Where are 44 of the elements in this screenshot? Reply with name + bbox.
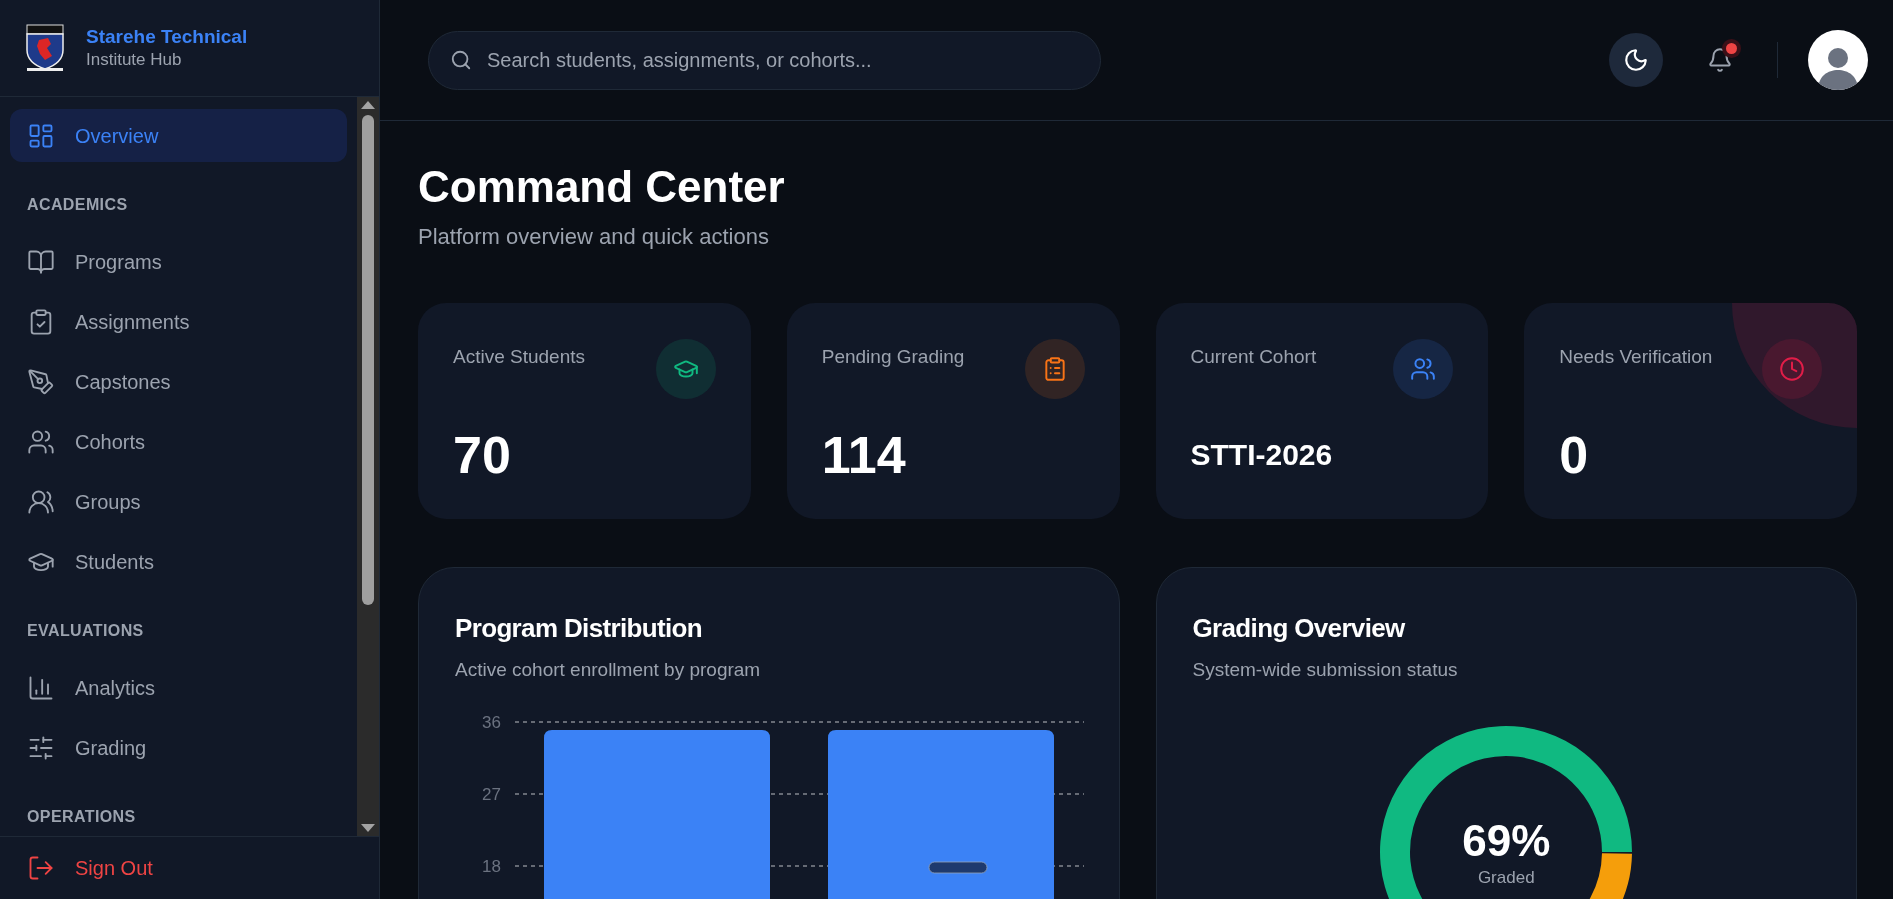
chart-title: Program Distribution <box>455 612 703 644</box>
chart-subtitle: Active cohort enrollment by program <box>455 658 762 682</box>
chart-subtitle: System-wide submission status <box>1192 658 1459 682</box>
donut-center-label: Graded <box>1477 867 1535 889</box>
logout-icon <box>27 854 55 882</box>
brand-subtitle: Institute Hub <box>86 49 183 71</box>
tooltip-marker <box>928 861 988 874</box>
y-axis-label: 36 <box>482 713 501 732</box>
donut-center-value: 69% <box>1462 815 1551 867</box>
nav-item[interactable]: Assignments <box>10 295 347 348</box>
nav-item[interactable]: Programs <box>10 235 347 288</box>
stat-label: Current Cohort <box>1190 345 1317 369</box>
stat-label: Pending Grading <box>821 345 965 369</box>
chart-title: Grading Overview <box>1192 612 1406 644</box>
stat-value: 70 <box>453 425 511 485</box>
brand-title: Starehe Technical <box>86 25 248 49</box>
nav-section-heading: ACADEMICS <box>27 195 129 215</box>
page-subtitle: Platform overview and quick actions <box>418 223 770 251</box>
nav-item[interactable]: Grading <box>10 721 347 774</box>
nav-section-heading: OPERATIONS <box>27 807 137 827</box>
nav-item[interactable]: Students <box>10 535 347 588</box>
nav-item[interactable]: Capstones <box>10 355 347 408</box>
user-avatar[interactable] <box>1808 30 1868 90</box>
search-icon <box>450 48 472 71</box>
shield-crest-icon <box>26 24 64 72</box>
stat-label: Needs Verification <box>1559 345 1713 369</box>
sign-out-button[interactable]: Sign Out <box>10 843 170 893</box>
nav-item[interactable]: Groups <box>10 475 347 528</box>
nav-section-heading: EVALUATIONS <box>27 621 145 641</box>
y-axis-label: 18 <box>482 857 501 876</box>
nav-item[interactable]: Overview <box>10 109 347 162</box>
moon-icon <box>1623 47 1649 73</box>
pen-nib-icon <box>27 367 55 396</box>
nav-item[interactable]: Cohorts <box>10 415 347 468</box>
stat-value: STTI-2026 <box>1190 437 1333 473</box>
stat-value: 0 <box>1559 425 1589 485</box>
y-axis-label: 27 <box>482 785 501 804</box>
nav-item[interactable]: Analytics <box>10 661 347 714</box>
search-field[interactable]: Search students, assignments, or cohorts... <box>428 30 1101 90</box>
stat-value: 114 <box>821 425 906 485</box>
stat-label: Active Students <box>453 345 586 369</box>
bell-icon <box>1707 47 1733 73</box>
theme-toggle-button[interactable] <box>1609 33 1663 87</box>
page-title: Command Center <box>418 161 786 213</box>
